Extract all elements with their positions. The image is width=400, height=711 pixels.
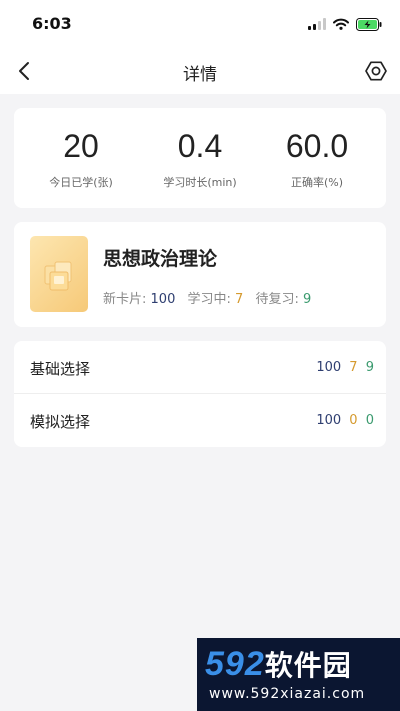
stat-study-duration: 0.4 学习时长(min) [138, 126, 262, 190]
stat-accuracy: 60.0 正确率(%) [255, 126, 379, 190]
section-label: 基础选择 [30, 360, 91, 378]
book-stack-icon [44, 261, 72, 291]
stat-value: 20 [63, 128, 99, 164]
section-counts: 100 0 0 [312, 413, 374, 428]
review-count: 0 [365, 413, 374, 428]
section-counts: 100 7 9 [312, 360, 374, 375]
status-icons [308, 16, 382, 32]
course-title: 思想政治理论 [103, 248, 218, 270]
watermark: 592软件园 www.592xiazai.com [197, 638, 400, 711]
stat-today-learned: 20 今日已学(张) [19, 126, 143, 190]
course-card[interactable]: 思想政治理论 新卡片: 100 学习中: 7 待复习: 9 [14, 222, 386, 327]
course-meta: 新卡片: 100 学习中: 7 待复习: 9 [103, 288, 319, 307]
wifi-icon [333, 18, 349, 30]
section-label: 模拟选择 [30, 413, 91, 431]
section-list: 基础选择 100 7 9 模拟选择 100 0 0 [14, 341, 386, 447]
signal-icon [308, 18, 326, 30]
learning-count: 学习中: 7 [187, 292, 244, 307]
nav-bar: 详情 [0, 48, 400, 94]
battery-charging-icon [356, 17, 382, 31]
stat-value: 0.4 [177, 128, 223, 164]
new-count: 100 [316, 413, 342, 428]
review-count: 待复习: 9 [255, 292, 312, 307]
status-time: 6:03 [32, 14, 72, 33]
course-thumbnail [30, 236, 88, 312]
section-item-mock[interactable]: 模拟选择 100 0 0 [14, 394, 386, 447]
watermark-url: www.592xiazai.com [209, 686, 366, 702]
status-bar: 6:03 [0, 0, 400, 48]
settings-icon [365, 61, 387, 81]
stat-label: 正确率(%) [290, 176, 344, 189]
page-title: 详情 [183, 65, 217, 85]
stat-value: 60.0 [285, 128, 349, 164]
review-count: 9 [365, 360, 374, 375]
stat-label: 学习时长(min) [163, 176, 237, 189]
new-count: 100 [316, 360, 342, 375]
section-item-basic[interactable]: 基础选择 100 7 9 [14, 341, 386, 394]
settings-button[interactable] [362, 57, 390, 85]
stats-card: 20 今日已学(张) 0.4 学习时长(min) 60.0 正确率(%) [14, 108, 386, 208]
learning-count: 7 [349, 360, 358, 375]
new-cards-count: 新卡片: 100 [103, 292, 176, 307]
learning-count: 0 [349, 413, 358, 428]
watermark-logo: 592软件园 [205, 645, 352, 683]
stat-label: 今日已学(张) [49, 176, 113, 189]
